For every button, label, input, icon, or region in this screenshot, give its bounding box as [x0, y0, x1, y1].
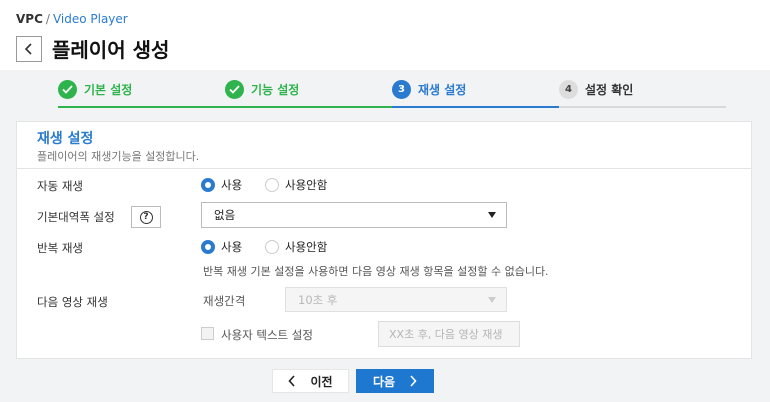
chevron-right-icon: [410, 375, 417, 387]
caret-down-icon: [488, 212, 496, 218]
custom-text-checkbox[interactable]: [201, 327, 214, 340]
autoplay-on-radio[interactable]: 사용: [201, 177, 242, 193]
next-button[interactable]: 다음: [356, 369, 434, 393]
chevron-left-icon: [288, 375, 296, 387]
breadcrumb-separator: /: [45, 12, 50, 26]
step-features: 기능 설정: [225, 78, 299, 100]
repeat-note: 반복 재생 기본 설정을 사용하면 다음 영상 재생 항목을 설정할 수 없습니…: [203, 265, 549, 278]
panel-title: 재생 설정: [37, 131, 94, 147]
input-placeholder: XX초 후, 다음 영상 재생: [389, 328, 503, 341]
radio-unchecked-icon: [265, 178, 279, 192]
chevron-left-icon: [24, 43, 32, 55]
step-number: 3: [392, 79, 411, 99]
autoplay-off-radio[interactable]: 사용안함: [265, 177, 327, 193]
step-label: 기본 설정: [84, 82, 133, 97]
select-value: 10초 후: [298, 292, 338, 307]
step-current-line: [392, 106, 559, 108]
check-icon: [58, 79, 77, 99]
panel-description: 플레이어의 재생기능을 설정합니다.: [37, 150, 200, 163]
bandwidth-label: 기본대역폭 설정: [37, 210, 115, 224]
bandwidth-select[interactable]: 없음: [201, 202, 507, 228]
custom-text-input[interactable]: XX초 후, 다음 영상 재생: [378, 321, 520, 347]
question-icon: ?: [139, 210, 153, 224]
radio-checked-icon: [201, 178, 215, 192]
select-value: 없음: [214, 208, 236, 222]
playback-settings-panel: 재생 설정 플레이어의 재생기능을 설정합니다. 자동 재생 사용 사용안함 기…: [16, 121, 752, 359]
radio-checked-icon: [201, 240, 215, 254]
radio-label: 사용안함: [285, 178, 328, 192]
prev-label: 이전: [310, 374, 333, 389]
check-icon: [225, 79, 244, 99]
step-basic: 기본 설정: [58, 78, 132, 100]
next-video-label: 다음 영상 재생: [37, 295, 108, 309]
help-button[interactable]: ?: [131, 206, 161, 228]
radio-label: 사용: [221, 178, 243, 192]
breadcrumb-current[interactable]: Video Player: [53, 12, 128, 26]
step-label: 설정 확인: [585, 82, 634, 97]
radio-label: 사용안함: [285, 240, 328, 254]
step-progress-line: [58, 106, 392, 108]
back-button[interactable]: [16, 36, 42, 62]
step-label: 재생 설정: [418, 82, 467, 97]
autoplay-label: 자동 재생: [37, 179, 83, 193]
step-number: 4: [559, 79, 578, 99]
divider: [17, 168, 751, 169]
breadcrumb: VPC / Video Player: [16, 12, 128, 26]
page-title: 플레이어 생성: [52, 38, 170, 62]
interval-label: 재생간격: [203, 294, 246, 308]
repeat-off-radio[interactable]: 사용안함: [265, 239, 327, 255]
caret-down-icon: [488, 296, 496, 303]
radio-unchecked-icon: [265, 240, 279, 254]
breadcrumb-root[interactable]: VPC: [16, 12, 43, 26]
custom-text-label: 사용자 텍스트 설정: [221, 328, 313, 342]
radio-label: 사용: [221, 240, 243, 254]
interval-select[interactable]: 10초 후: [285, 287, 507, 312]
repeat-on-radio[interactable]: 사용: [201, 239, 242, 255]
step-playback: 3 재생 설정: [392, 78, 466, 100]
next-label: 다음: [372, 374, 396, 389]
step-label: 기능 설정: [251, 82, 300, 97]
repeat-label: 반복 재생: [37, 241, 83, 255]
header: VPC / Video Player 플레이어 생성: [0, 0, 770, 70]
stepper: 기본 설정 기능 설정 3 재생 설정 4 설정 확인: [58, 78, 726, 108]
step-confirm: 4 설정 확인: [559, 78, 633, 100]
prev-button[interactable]: 이전: [272, 369, 349, 393]
step-remaining-line: [559, 106, 726, 108]
